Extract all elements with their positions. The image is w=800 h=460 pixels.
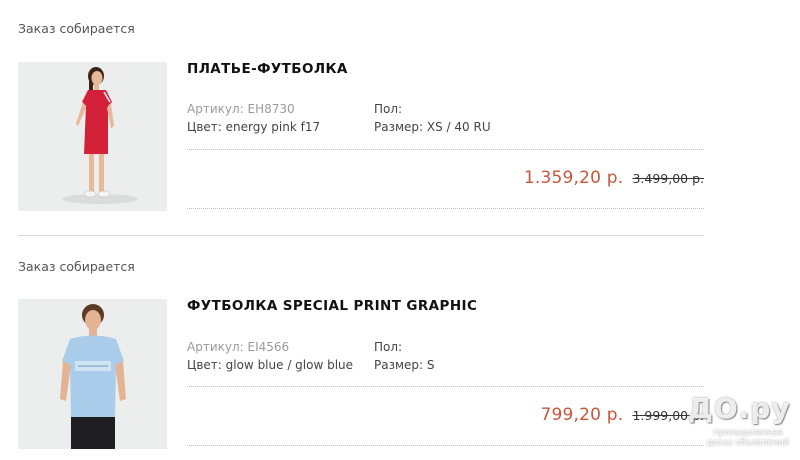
product-meta-left: Артикул: EH8730 Цвет: energy pink f17 <box>187 100 320 136</box>
product-image[interactable] <box>18 62 167 211</box>
current-price: 1.359,20 р. <box>523 168 624 188</box>
article-label: Артикул: EI4566 <box>187 340 290 354</box>
size-value: S <box>426 358 435 372</box>
separator <box>187 445 704 446</box>
color-label: Цвет: <box>187 120 222 134</box>
order-status: Заказ собирается <box>18 21 135 36</box>
size-label: Размер: <box>374 358 424 372</box>
gender-label: Пол: <box>374 340 403 354</box>
watermark-logo: ДО.ру промышленная доска объявлений <box>688 392 798 454</box>
product-title[interactable]: ПЛАТЬЕ-ФУТБОЛКА <box>187 61 348 77</box>
color-value: glow blue / glow blue <box>225 358 354 372</box>
old-price: 3.499,00 р. <box>632 171 704 186</box>
size-value: XS / 40 RU <box>426 120 491 134</box>
separator <box>187 208 704 209</box>
watermark-sub: промышленная доска объявлений <box>706 428 790 448</box>
price-row: 799,20 р. 1.999,00 р. <box>187 405 704 425</box>
color-line: Цвет: glow blue / glow blue <box>187 356 353 374</box>
product-image[interactable] <box>18 299 167 449</box>
product-meta-left: Артикул: EI4566 Цвет: glow blue / glow b… <box>187 338 353 374</box>
color-label: Цвет: <box>187 358 222 372</box>
price-row: 1.359,20 р. 3.499,00 р. <box>187 168 704 188</box>
gender-label: Пол: <box>374 102 403 116</box>
color-line: Цвет: energy pink f17 <box>187 118 320 136</box>
separator <box>187 386 704 387</box>
product-meta-right: Пол: Размер: XS / 40 RU <box>374 100 491 136</box>
old-price: 1.999,00 р. <box>632 408 704 423</box>
color-value: energy pink f17 <box>225 120 321 134</box>
separator <box>187 149 704 150</box>
order-divider <box>18 235 704 236</box>
order-status: Заказ собирается <box>18 259 135 274</box>
product-title[interactable]: ФУТБОЛКА SPECIAL PRINT GRAPHIC <box>187 298 477 314</box>
size-line: Размер: XS / 40 RU <box>374 118 491 136</box>
blue-tshirt-product-photo <box>60 304 126 449</box>
product-meta-right: Пол: Размер: S <box>374 338 435 374</box>
article-label: Артикул: EH8730 <box>187 102 295 116</box>
size-line: Размер: S <box>374 356 435 374</box>
pink-dress-product-photo <box>62 67 138 204</box>
size-label: Размер: <box>374 120 424 134</box>
current-price: 799,20 р. <box>540 405 624 425</box>
